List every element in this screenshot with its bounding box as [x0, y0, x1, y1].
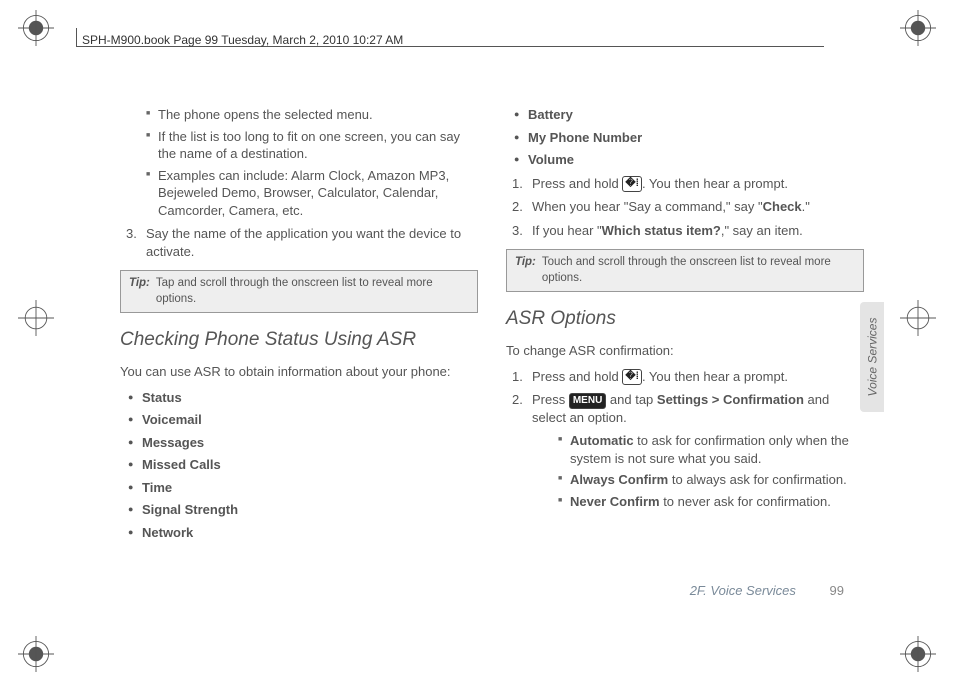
right-column: Battery My Phone Number Volume 1. Press … — [506, 100, 864, 612]
text: Voicemail — [142, 412, 202, 427]
page-body: The phone opens the selected menu. If th… — [120, 100, 864, 612]
step-number: 2. — [512, 391, 523, 409]
text: to always ask for confirmation. — [668, 472, 846, 487]
heading-asr-options: ASR Options — [506, 306, 864, 332]
list-item: Always Confirm to always ask for confirm… — [558, 471, 864, 489]
text: Examples can include: Alarm Clock, Amazo… — [158, 168, 449, 218]
text: ." — [802, 199, 810, 214]
text: Missed Calls — [142, 457, 221, 472]
reg-mark-icon — [900, 10, 936, 46]
menu-key-icon: MENU — [569, 393, 606, 409]
list-item: If the list is too long to fit on one sc… — [146, 128, 478, 163]
text: If you hear " — [532, 223, 602, 238]
text: Volume — [528, 152, 574, 167]
step-item: 1. Press and hold �⁞. You then hear a pr… — [512, 175, 864, 193]
step-item: 3. If you hear "Which status item?," say… — [512, 222, 864, 240]
list-item: Volume — [514, 151, 864, 169]
reg-mark-icon — [18, 636, 54, 672]
text: Network — [142, 525, 193, 540]
text: Status — [142, 390, 182, 405]
text: Press — [532, 392, 569, 407]
list-item: Missed Calls — [128, 456, 478, 474]
step-item: 2. Press MENU and tap Settings > Confirm… — [512, 391, 864, 510]
text: Press and hold — [532, 176, 622, 191]
step-number: 3. — [512, 222, 523, 240]
tip-label: Tip: — [515, 255, 536, 286]
tip-box: Tip: Touch and scroll through the onscre… — [506, 249, 864, 292]
reg-mark-icon — [900, 636, 936, 672]
text: ," say an item. — [721, 223, 803, 238]
step-number: 1. — [512, 175, 523, 193]
list-item: Status — [128, 389, 478, 407]
text: . You then hear a prompt. — [642, 176, 788, 191]
heading-checking-status: Checking Phone Status Using ASR — [120, 327, 478, 353]
list-item: Network — [128, 524, 478, 542]
tip-box: Tip: Tap and scroll through the onscreen… — [120, 270, 478, 313]
text-bold: Settings > Confirmation — [657, 392, 804, 407]
tip-label: Tip: — [129, 276, 150, 307]
step-item: 2. When you hear "Say a command," say "C… — [512, 198, 864, 216]
left-column: The phone opens the selected menu. If th… — [120, 100, 478, 612]
text: and tap — [606, 392, 657, 407]
text: Signal Strength — [142, 502, 238, 517]
tip-text: Touch and scroll through the onscreen li… — [542, 255, 855, 286]
reg-mark-icon — [900, 300, 936, 336]
footer-page-number: 99 — [830, 583, 844, 598]
hold-key-icon: �⁞ — [622, 176, 642, 192]
reg-mark-icon — [18, 10, 54, 46]
text: When you hear "Say a command," say " — [532, 199, 763, 214]
text: If the list is too long to fit on one sc… — [158, 129, 460, 162]
hold-key-icon: �⁞ — [622, 369, 642, 385]
intro-text: You can use ASR to obtain information ab… — [120, 363, 478, 381]
page-footer: 2F. Voice Services 99 — [690, 583, 844, 598]
list-item: Examples can include: Alarm Clock, Amazo… — [146, 167, 478, 220]
reg-mark-icon — [18, 300, 54, 336]
list-item: Signal Strength — [128, 501, 478, 519]
step-number: 3. — [126, 225, 137, 243]
text-bold: Which status item? — [602, 223, 721, 238]
text-bold: Check — [763, 199, 802, 214]
text: The phone opens the selected menu. — [158, 107, 373, 122]
list-item: Automatic to ask for confirmation only w… — [558, 432, 864, 467]
step-item: 1. Press and hold �⁞. You then hear a pr… — [512, 368, 864, 386]
running-head: SPH-M900.book Page 99 Tuesday, March 2, … — [82, 33, 403, 47]
list-item: Voicemail — [128, 411, 478, 429]
list-item: Never Confirm to never ask for confirmat… — [558, 493, 864, 511]
text: . You then hear a prompt. — [642, 369, 788, 384]
tip-text: Tap and scroll through the onscreen list… — [156, 276, 469, 307]
list-item: The phone opens the selected menu. — [146, 106, 478, 124]
list-item: Messages — [128, 434, 478, 452]
intro-text: To change ASR confirmation: — [506, 342, 864, 360]
text-bold: Automatic — [570, 433, 634, 448]
text: Press and hold — [532, 369, 622, 384]
list-item: Battery — [514, 106, 864, 124]
text: My Phone Number — [528, 130, 642, 145]
text-bold: Always Confirm — [570, 472, 668, 487]
step-number: 1. — [512, 368, 523, 386]
text: Say the name of the application you want… — [146, 226, 461, 259]
crop-rule — [76, 28, 77, 46]
list-item: My Phone Number — [514, 129, 864, 147]
text: to never ask for confirmation. — [660, 494, 831, 509]
text-bold: Never Confirm — [570, 494, 660, 509]
text: Battery — [528, 107, 573, 122]
text: Messages — [142, 435, 204, 450]
step-number: 2. — [512, 198, 523, 216]
list-item: Time — [128, 479, 478, 497]
footer-section: 2F. Voice Services — [690, 583, 796, 598]
text: Time — [142, 480, 172, 495]
step-item: 3. Say the name of the application you wa… — [126, 225, 478, 260]
side-tab-label: Voice Services — [865, 318, 879, 397]
